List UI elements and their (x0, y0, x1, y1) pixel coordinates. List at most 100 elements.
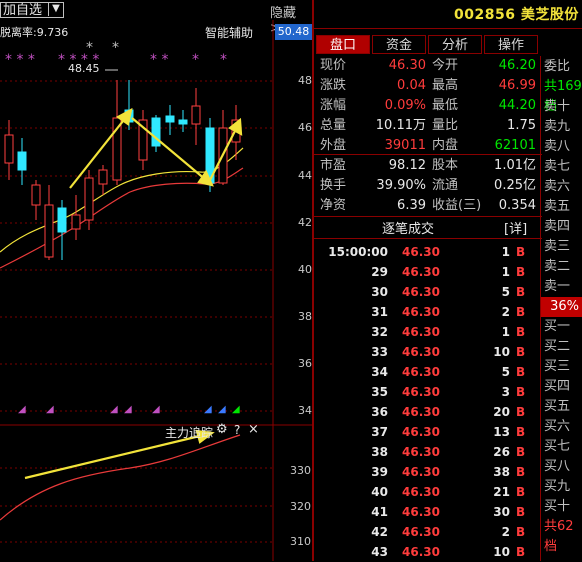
close-icon[interactable]: × (248, 422, 259, 437)
trade-time: 31 (371, 305, 388, 319)
svg-text:* * *: * * * (5, 52, 35, 68)
trade-volume: 26 (493, 445, 510, 459)
svg-text:*: * (112, 40, 119, 56)
chevron-down-icon[interactable]: ▼ (48, 2, 63, 16)
trade-time: 41 (371, 505, 388, 519)
help-icon[interactable]: ? (234, 423, 240, 437)
bid-level: 买八 (544, 459, 571, 474)
ask-level: 卖一 (544, 279, 571, 294)
quote-label: 最高 (432, 78, 459, 93)
gear-icon[interactable]: ⚙ (216, 422, 228, 437)
trade-price: 46.30 (402, 445, 440, 459)
divider (314, 154, 542, 155)
trade-side: B (516, 545, 526, 559)
trade-row: 36 46.30 20 B (314, 402, 542, 422)
trade-time: 29 (371, 265, 388, 279)
quote-value: 1.75 (507, 118, 536, 133)
quote-label: 总量 (320, 118, 347, 133)
tab-funds[interactable]: 资金 (372, 35, 426, 54)
fundamentals-row: 净资 6.39 收益(三) 0.354 (320, 196, 542, 216)
svg-text:*: * (220, 52, 227, 68)
candles (4, 80, 241, 260)
ask-level: 卖七 (544, 159, 571, 174)
svg-text:◢: ◢ (218, 404, 226, 415)
trades-detail-link[interactable]: [详] (504, 218, 527, 237)
trade-row: 34 46.30 5 B (314, 362, 542, 382)
trade-side: B (516, 265, 526, 279)
divider (314, 216, 542, 217)
tab-analysis[interactable]: 分析 (428, 35, 482, 54)
trade-price: 46.30 (402, 405, 440, 419)
price-tick: 36 (298, 357, 312, 370)
trade-side: B (516, 365, 526, 379)
trade-side: B (516, 245, 526, 259)
watchlist-select-label: 加自选 (3, 3, 43, 18)
trade-time: 37 (371, 425, 388, 439)
trade-volume: 10 (493, 545, 510, 559)
sub-tick: 310 (290, 535, 311, 548)
trade-time: 30 (371, 285, 388, 299)
bid-level: 买三 (544, 359, 571, 374)
bid-level: 买二 (544, 339, 571, 354)
svg-text:◢: ◢ (110, 404, 118, 415)
quote-label: 内盘 (432, 138, 459, 153)
trade-price: 46.30 (402, 245, 440, 259)
trade-time: 43 (371, 545, 388, 559)
bid-level: 买一 (544, 319, 571, 334)
bid-total: 共62档 (544, 519, 574, 554)
quote-label: 量比 (432, 118, 459, 133)
price-tick: 34 (298, 404, 312, 417)
ask-level: 卖六 (544, 179, 571, 194)
orderbook-header: 委比 (544, 59, 571, 74)
price-tick: 38 (298, 310, 312, 323)
fund-label: 流通 (432, 178, 459, 193)
ask-level: 卖五 (544, 199, 571, 214)
svg-text:* *: * * (150, 52, 168, 68)
quote-label: 外盘 (320, 138, 347, 153)
trade-price: 46.30 (402, 285, 440, 299)
quote-row: 涨跌 0.04 最高 46.99 (320, 76, 542, 96)
bid-level: 买四 (544, 379, 571, 394)
trade-side: B (516, 505, 526, 519)
trade-row: 42 46.30 2 B (314, 522, 542, 542)
bid-level: 买五 (544, 399, 571, 414)
trade-price: 46.30 (402, 525, 440, 539)
ask-level: 卖三 (544, 239, 571, 254)
kline-chart-area[interactable]: 加自选 ▼ 隐藏>> (0, 0, 312, 561)
trade-volume: 21 (493, 485, 510, 499)
peak-price-label: 48.45 (68, 62, 100, 75)
trade-time: 35 (371, 385, 388, 399)
trade-row: 37 46.30 13 B (314, 422, 542, 442)
trade-volume: 30 (493, 505, 510, 519)
trade-volume: 5 (501, 365, 510, 379)
quote-row: 现价 46.30 今开 46.20 (320, 56, 542, 76)
divider (314, 238, 542, 239)
fundamentals-row: 市盈 98.12 股本 1.01亿 (320, 156, 542, 176)
trade-time: 40 (371, 485, 388, 499)
fund-value: 0.25亿 (494, 178, 536, 193)
quote-value: 46.20 (498, 58, 536, 73)
trade-side: B (516, 285, 526, 299)
assist-label[interactable]: 智能辅助 (205, 24, 253, 41)
fund-value: 1.01亿 (494, 158, 536, 173)
trade-side: B (516, 405, 526, 419)
trade-row: 38 46.30 26 B (314, 442, 542, 462)
quote-value: 39011 (384, 138, 426, 153)
trade-price: 46.30 (402, 465, 440, 479)
tab-operation[interactable]: 操作 (484, 35, 538, 54)
trades-title: 逐笔成交 (382, 222, 435, 237)
quote-value: 46.30 (388, 58, 426, 73)
quote-label: 涨跌 (320, 78, 347, 93)
sub-tick: 330 (290, 464, 311, 477)
trade-price: 46.30 (402, 485, 440, 499)
trade-time: 32 (371, 325, 388, 339)
trade-row: 43 46.30 10 B (314, 542, 542, 562)
trade-volume: 2 (501, 525, 510, 539)
tab-pankou[interactable]: 盘口 (316, 35, 370, 54)
trade-volume: 2 (501, 305, 510, 319)
quote-panel: 002856 美芝股份 盘口 资金 分析 操作 现价 46.30 今开 46.20 涨跌… (314, 0, 582, 561)
svg-text:◢: ◢ (18, 404, 26, 415)
trade-volume: 38 (493, 465, 510, 479)
price-tick: 42 (298, 216, 312, 229)
fund-label: 收益(三) (432, 198, 482, 213)
